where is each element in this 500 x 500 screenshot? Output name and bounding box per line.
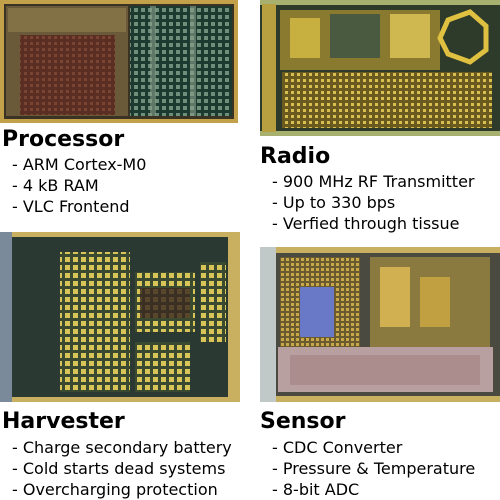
harvester-feature-list: Charge secondary battery Cold starts dea… <box>12 437 232 500</box>
list-item: VLC Frontend <box>12 196 146 217</box>
list-item: ARM Cortex-M0 <box>12 154 147 175</box>
sensor-die-photo <box>260 247 500 402</box>
processor-title: Processor <box>2 127 125 152</box>
harvester-die-photo <box>0 232 240 402</box>
list-item: Charge secondary battery <box>12 437 232 458</box>
list-item: Up to 330 bps <box>272 192 475 213</box>
list-item: Pressure & Temperature <box>272 458 475 479</box>
list-item: Cold starts dead systems <box>12 458 232 479</box>
sensor-title: Sensor <box>260 409 346 434</box>
list-item: Verfied through tissue <box>272 213 475 234</box>
list-item: 4 kB RAM <box>12 175 146 196</box>
processor-feature-list: ARM Cortex-M0 4 kB RAM VLC Frontend <box>12 154 147 217</box>
list-item: Overcharging protection <box>12 479 232 500</box>
list-item: 8-bit ADC <box>272 479 475 500</box>
radio-title: Radio <box>260 144 331 169</box>
list-item: CDC Converter <box>272 437 475 458</box>
radio-die-photo <box>260 0 500 136</box>
processor-die-photo <box>0 0 238 123</box>
radio-feature-list: 900 MHz RF Transmitter Up to 330 bps Ver… <box>272 171 475 234</box>
list-item: 900 MHz RF Transmitter <box>272 171 475 192</box>
harvester-title: Harvester <box>2 409 125 434</box>
sensor-feature-list: CDC Converter Pressure & Temperature 8-b… <box>272 437 475 500</box>
